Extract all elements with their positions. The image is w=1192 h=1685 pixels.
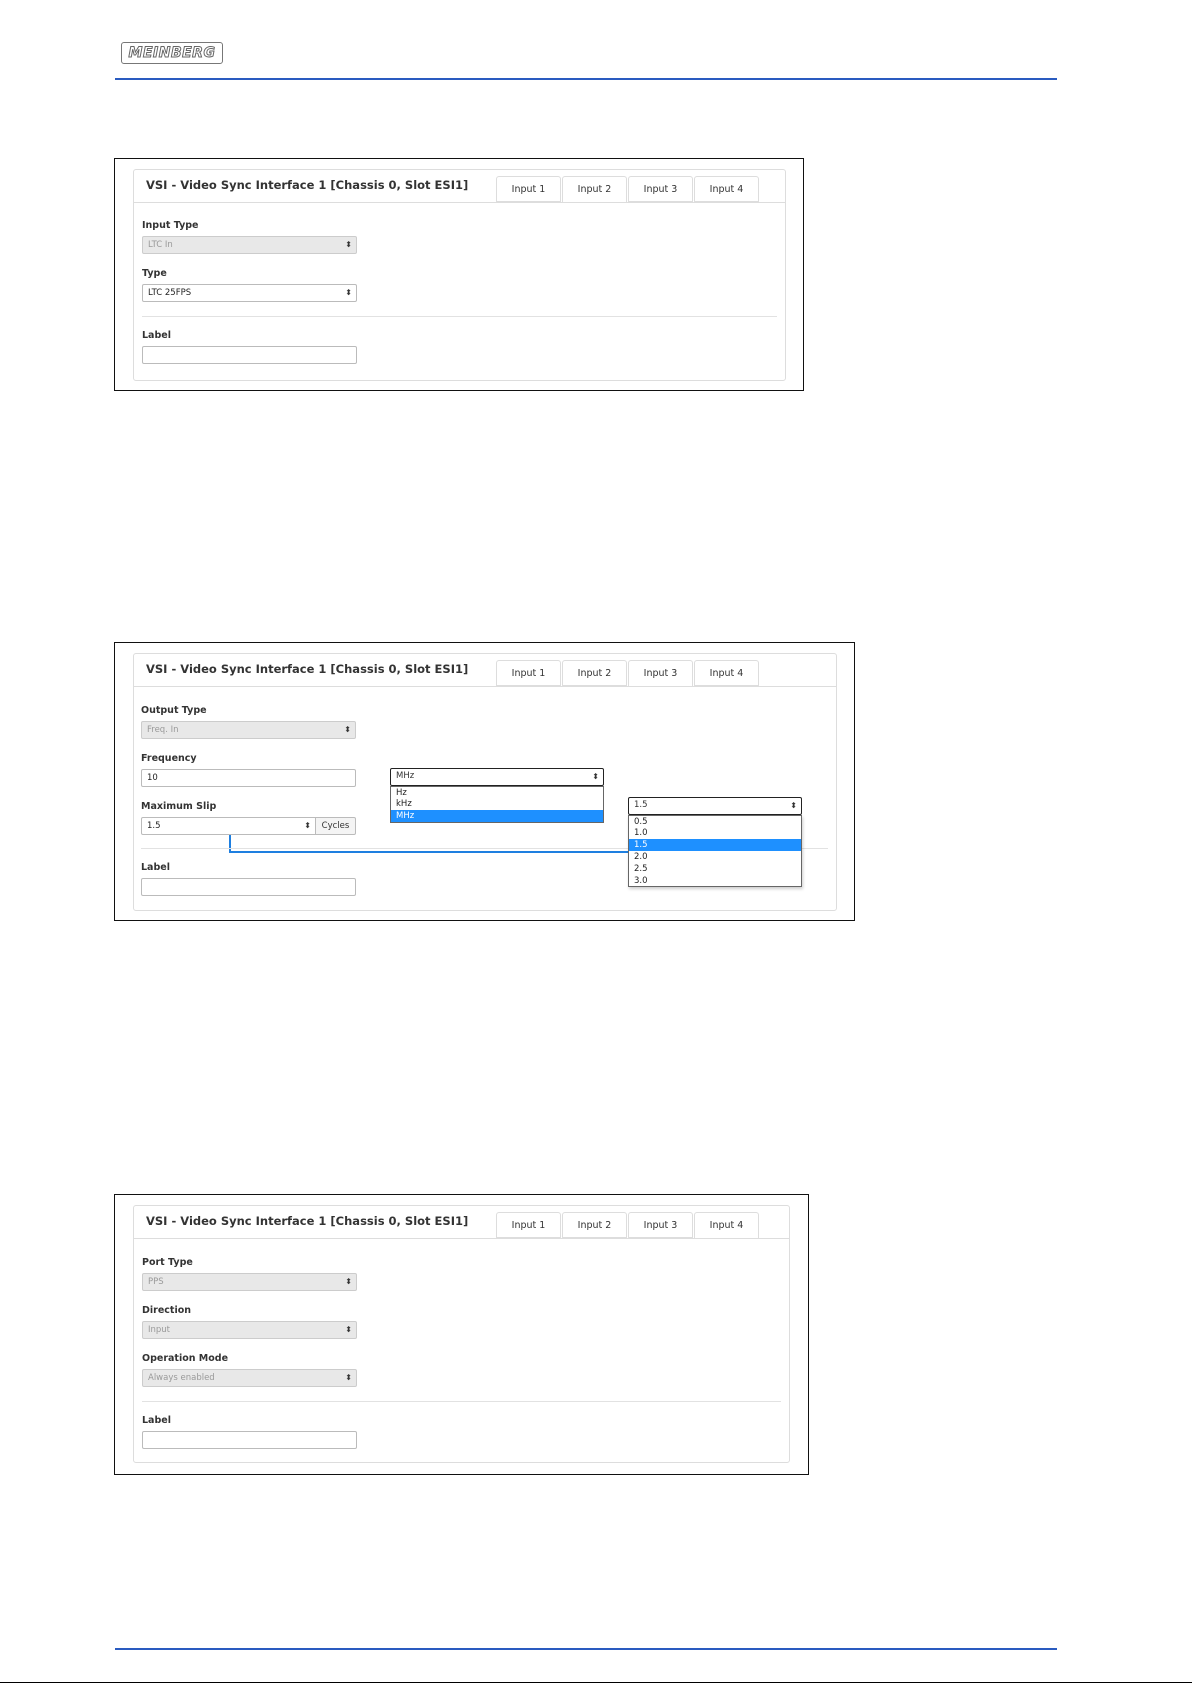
port-type-select[interactable]: PPS ⬍ — [142, 1273, 357, 1291]
slip-option[interactable]: 3.0 — [629, 875, 801, 887]
tab-input-4[interactable]: Input 4 — [694, 1212, 759, 1239]
operation-mode-select[interactable]: Always enabled ⬍ — [142, 1369, 357, 1387]
tab-input-3[interactable]: Input 3 — [628, 176, 693, 202]
tab-input-4[interactable]: Input 4 — [694, 176, 759, 202]
type-select[interactable]: LTC 25FPS ⬍ — [142, 284, 357, 302]
unit-select-value: MHz — [396, 771, 415, 781]
unit-select[interactable]: MHz ⬍ — [390, 768, 604, 786]
type-label: Type — [142, 268, 167, 279]
vsi-panel: VSI - Video Sync Interface 1 [Chassis 0,… — [133, 1205, 790, 1463]
screenshot-input-4: VSI - Video Sync Interface 1 [Chassis 0,… — [114, 1194, 809, 1475]
select-arrows-icon: ⬍ — [304, 821, 311, 830]
select-arrows-icon: ⬍ — [592, 772, 599, 781]
max-slip-label: Maximum Slip — [141, 801, 217, 812]
connector-line-horizontal — [229, 851, 629, 853]
label-label: Label — [142, 1415, 171, 1426]
cycles-addon: Cycles — [315, 817, 356, 835]
tab-bar: Input 1 Input 2 Input 3 Input 4 — [496, 1212, 786, 1239]
panel-title: VSI - Video Sync Interface 1 [Chassis 0,… — [146, 178, 469, 192]
tab-input-2[interactable]: Input 2 — [562, 1212, 627, 1238]
output-type-select[interactable]: Freq. In ⬍ — [141, 721, 356, 739]
meinberg-logo: MEINBERG — [121, 42, 223, 64]
tab-underline — [134, 686, 836, 687]
slip-option[interactable]: 2.5 — [629, 863, 801, 875]
panel-title: VSI - Video Sync Interface 1 [Chassis 0,… — [146, 662, 469, 676]
output-type-label: Output Type — [141, 705, 207, 716]
label-input[interactable] — [142, 346, 357, 364]
label-input[interactable] — [142, 1431, 357, 1449]
tab-input-3[interactable]: Input 3 — [628, 660, 693, 687]
input-type-select[interactable]: LTC In ⬍ — [142, 236, 357, 254]
panel-title: VSI - Video Sync Interface 1 [Chassis 0,… — [146, 1214, 469, 1228]
frequency-input[interactable]: 10 — [141, 769, 356, 787]
input-type-label: Input Type — [142, 220, 199, 231]
slip-option-selected[interactable]: 1.5 — [629, 839, 801, 851]
unit-option-khz[interactable]: kHz — [391, 798, 603, 810]
tab-input-1[interactable]: Input 1 — [496, 660, 561, 686]
screenshot-input-3: VSI - Video Sync Interface 1 [Chassis 0,… — [114, 642, 855, 921]
vsi-panel: VSI - Video Sync Interface 1 [Chassis 0,… — [133, 169, 786, 381]
tab-input-2[interactable]: Input 2 — [562, 176, 627, 203]
operation-mode-value: Always enabled — [148, 1373, 215, 1383]
tab-underline — [134, 202, 785, 203]
unit-option-mhz[interactable]: MHz — [391, 810, 603, 822]
unit-dropdown[interactable]: MHz ⬍ Hz kHz MHz — [390, 768, 604, 823]
direction-select[interactable]: Input ⬍ — [142, 1321, 357, 1339]
slip-select-value: 1.5 — [634, 800, 648, 810]
tab-input-2[interactable]: Input 2 — [562, 660, 627, 686]
select-arrows-icon: ⬍ — [345, 1373, 352, 1382]
label-label: Label — [141, 862, 170, 873]
port-type-value: PPS — [148, 1277, 164, 1287]
output-type-value: Freq. In — [147, 725, 179, 735]
tab-input-1[interactable]: Input 1 — [496, 1212, 561, 1238]
frequency-label: Frequency — [141, 753, 197, 764]
select-arrows-icon: ⬍ — [345, 288, 352, 297]
select-arrows-icon: ⬍ — [344, 725, 351, 734]
max-slip-value: 1.5 — [147, 821, 161, 831]
operation-mode-label: Operation Mode — [142, 1353, 229, 1364]
tab-bar: Input 1 Input 2 Input 3 Input 4 — [496, 176, 786, 203]
form-divider — [142, 316, 777, 317]
label-label: Label — [142, 330, 171, 341]
slip-dropdown[interactable]: 1.5 ⬍ 0.5 1.0 1.5 2.0 2.5 3.0 — [628, 797, 802, 887]
screenshot-input-2: VSI - Video Sync Interface 1 [Chassis 0,… — [114, 158, 804, 391]
direction-value: Input — [148, 1325, 171, 1335]
select-arrows-icon: ⬍ — [790, 801, 797, 810]
tab-bar: Input 1 Input 2 Input 3 Input 4 — [496, 660, 796, 687]
unit-options-list: Hz kHz MHz — [390, 786, 604, 823]
page-bottom-line — [0, 1682, 1192, 1683]
select-arrows-icon: ⬍ — [345, 1325, 352, 1334]
tab-input-1[interactable]: Input 1 — [496, 176, 561, 202]
input-type-value: LTC In — [148, 240, 173, 250]
direction-label: Direction — [142, 1305, 191, 1316]
slip-option[interactable]: 1.0 — [629, 827, 801, 839]
vsi-panel: VSI - Video Sync Interface 1 [Chassis 0,… — [133, 653, 837, 911]
select-arrows-icon: ⬍ — [345, 1277, 352, 1286]
tab-input-3[interactable]: Input 3 — [628, 1212, 693, 1238]
tab-underline — [134, 1238, 789, 1239]
slip-option[interactable]: 2.0 — [629, 851, 801, 863]
port-type-label: Port Type — [142, 1257, 193, 1268]
slip-options-list: 0.5 1.0 1.5 2.0 2.5 3.0 — [628, 815, 802, 887]
form-divider — [142, 1401, 781, 1402]
footer-rule — [115, 1648, 1057, 1650]
slip-select[interactable]: 1.5 ⬍ — [628, 797, 802, 815]
tab-input-4[interactable]: Input 4 — [694, 660, 759, 686]
max-slip-select[interactable]: 1.5 ⬍ — [141, 817, 316, 835]
type-value: LTC 25FPS — [148, 288, 192, 298]
label-input[interactable] — [141, 878, 356, 896]
header-rule — [115, 78, 1057, 80]
select-arrows-icon: ⬍ — [345, 240, 352, 249]
